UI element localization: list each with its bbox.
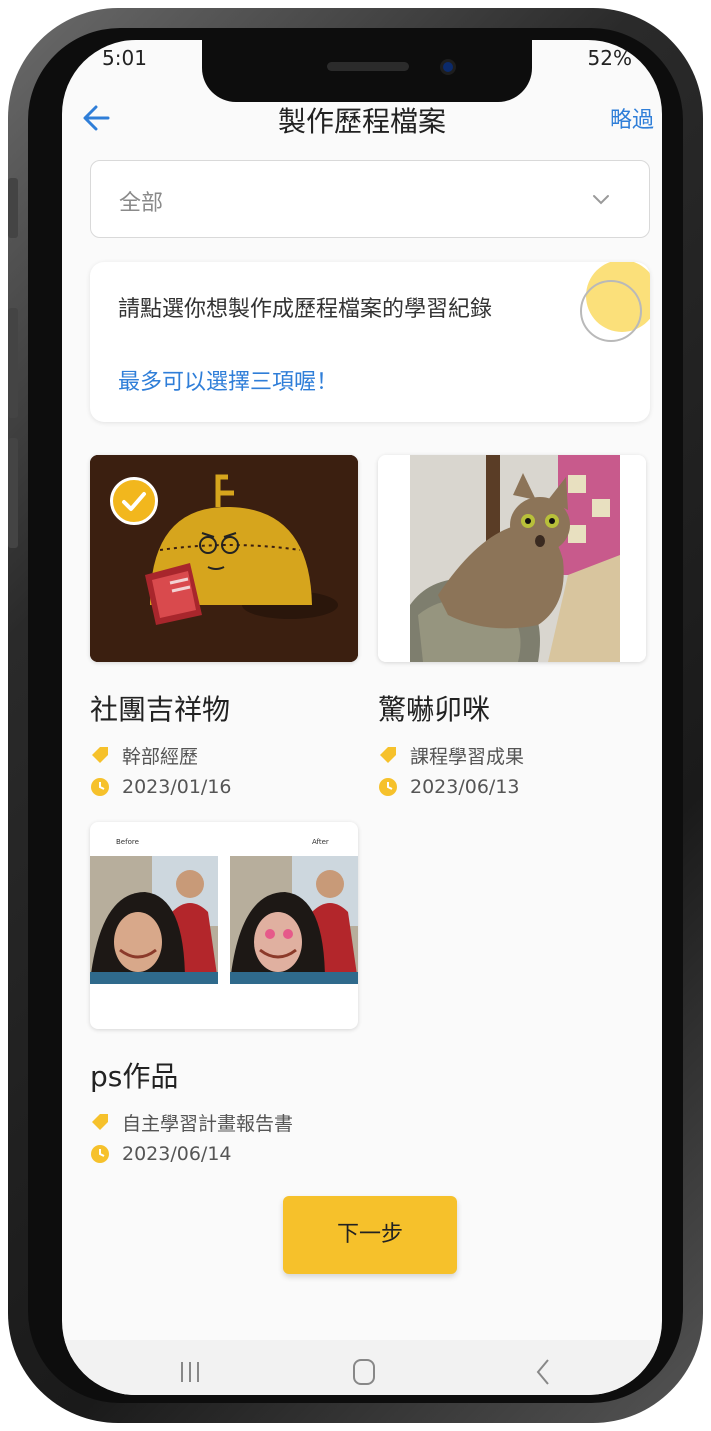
record-category: 自主學習計畫報告書 [90, 1111, 358, 1135]
status-time: 5:01 [102, 46, 147, 70]
volume-up-button [8, 308, 18, 418]
record-card[interactable]: Before After ps作品 自主學習計畫報告書 2023/06/14 [90, 822, 358, 1165]
home-button[interactable] [344, 1354, 384, 1390]
record-date-text: 2023/01/16 [122, 776, 232, 798]
skip-button[interactable]: 略過 [610, 102, 654, 134]
system-back-button[interactable] [524, 1354, 564, 1390]
clock-icon [91, 778, 109, 796]
record-category-text: 課程學習成果 [410, 745, 525, 768]
record-title: 社團吉祥物 [90, 693, 231, 726]
next-step-button[interactable]: 下一步 [283, 1196, 457, 1274]
before-label: Before [116, 838, 139, 846]
record-card[interactable]: 社團吉祥物 幹部經歷 2023/01/16 [90, 455, 358, 798]
filter-selected-value: 全部 [119, 191, 164, 216]
check-icon [122, 492, 146, 511]
instruction-card: 請點選你想製作成歷程檔案的學習紀錄 最多可以選擇三項喔！ [90, 262, 650, 422]
back-icon [536, 1359, 549, 1385]
record-title: 驚嚇卯咪 [378, 693, 491, 726]
front-camera [440, 59, 456, 75]
selection-limit-note: 最多可以選擇三項喔！ [118, 370, 339, 395]
silent-switch [8, 178, 18, 238]
record-date: 2023/06/13 [378, 776, 646, 798]
speaker [327, 62, 409, 71]
record-category: 課程學習成果 [378, 744, 646, 768]
decorative-ring [580, 280, 642, 342]
home-icon [353, 1359, 375, 1385]
clock-icon [379, 778, 397, 796]
page-title: 製作歷程檔案 [277, 105, 446, 138]
record-date-text: 2023/06/13 [410, 776, 520, 798]
recents-button[interactable] [170, 1354, 210, 1390]
record-category-text: 幹部經歷 [122, 745, 199, 768]
record-date: 2023/06/14 [90, 1143, 358, 1165]
cat-photo [378, 455, 646, 662]
record-thumbnail [378, 455, 646, 662]
app-screen: 5:01 52% 製作歷程檔案 略過 全部 請點選你想製作成歷程檔案的學習紀錄 … [62, 40, 662, 1395]
before-after-photo [90, 856, 358, 984]
tag-icon [92, 1114, 108, 1130]
record-thumbnail [90, 455, 358, 662]
status-battery: 52% [587, 46, 632, 70]
recents-icon [181, 1362, 199, 1382]
record-category-text: 自主學習計畫報告書 [122, 1112, 294, 1135]
record-card[interactable]: 驚嚇卯咪 課程學習成果 2023/06/13 [378, 455, 646, 798]
record-category: 幹部經歷 [90, 744, 358, 768]
record-title: ps作品 [90, 1060, 179, 1093]
notch [202, 40, 532, 102]
tag-icon [92, 747, 108, 763]
system-nav-bar [62, 1340, 662, 1395]
header: 製作歷程檔案 略過 [62, 98, 662, 148]
instruction-text: 請點選你想製作成歷程檔案的學習紀錄 [118, 297, 493, 322]
tag-icon [380, 747, 396, 763]
record-date-text: 2023/06/14 [122, 1143, 232, 1165]
after-label: After [312, 838, 329, 846]
record-date: 2023/01/16 [90, 776, 358, 798]
record-thumbnail: Before After [90, 822, 358, 1029]
volume-down-button [8, 438, 18, 548]
filter-dropdown[interactable]: 全部 [90, 160, 650, 238]
chevron-down-icon [593, 195, 609, 205]
selected-check-badge [110, 477, 158, 525]
clock-icon [91, 1145, 109, 1163]
